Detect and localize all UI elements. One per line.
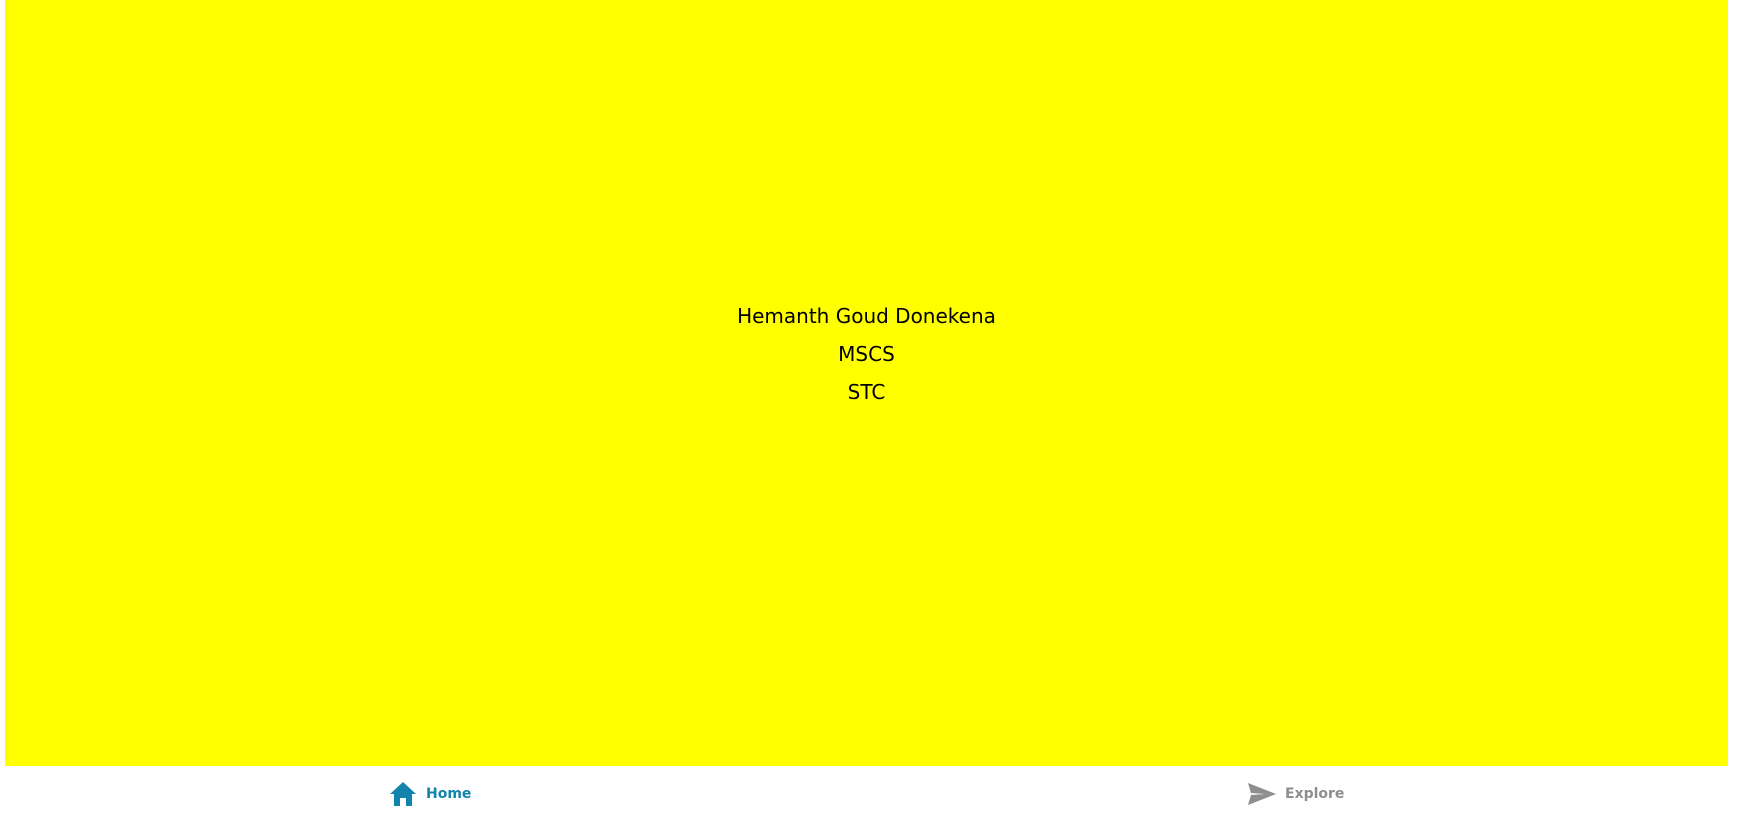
- profile-program: MSCS: [838, 342, 895, 366]
- tab-home-label: Home: [426, 786, 472, 802]
- main-content: Hemanth Goud Donekena MSCS STC: [5, 0, 1728, 766]
- profile-school: STC: [847, 380, 886, 404]
- send-icon: [1247, 779, 1277, 809]
- tab-explore[interactable]: Explore: [1247, 766, 1344, 822]
- app-window: Hemanth Goud Donekena MSCS STC Home Expl…: [0, 0, 1743, 822]
- tab-explore-label: Explore: [1285, 786, 1345, 802]
- profile-info: Hemanth Goud Donekena MSCS STC: [737, 297, 996, 411]
- bottom-tab-bar: Home Explore: [0, 766, 1743, 822]
- tab-home[interactable]: Home: [388, 766, 471, 822]
- home-icon: [388, 779, 418, 809]
- profile-name: Hemanth Goud Donekena: [737, 304, 996, 328]
